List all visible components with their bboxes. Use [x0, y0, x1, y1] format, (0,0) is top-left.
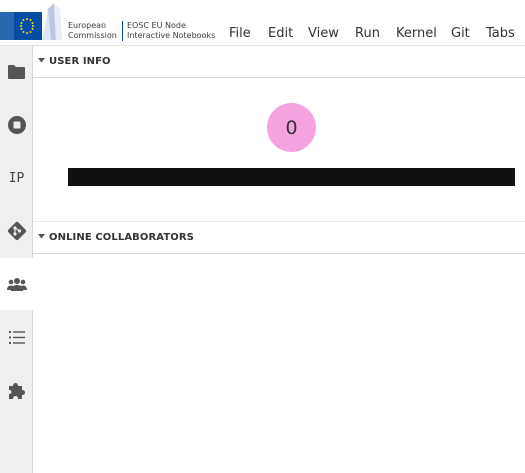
sidebar-item-toc[interactable] — [0, 311, 33, 363]
commission-building-icon — [42, 3, 62, 40]
folder-icon — [8, 65, 25, 79]
sidebar-item-ip[interactable]: IP — [0, 152, 33, 204]
sidebar-item-file-browser[interactable] — [0, 46, 33, 98]
stop-circle-icon — [7, 116, 26, 134]
avatar: 0 — [267, 103, 316, 152]
menu-tabs[interactable]: Tabs — [486, 26, 515, 41]
online-collaborators-title: ONLINE COLLABORATORS — [49, 232, 194, 243]
online-collaborators-header[interactable]: ONLINE COLLABORATORS — [33, 222, 525, 254]
sidebar-item-running[interactable] — [0, 99, 33, 151]
chevron-down-icon — [38, 234, 45, 239]
menu-git[interactable]: Git — [451, 26, 470, 41]
sidebar-item-git[interactable] — [0, 205, 33, 257]
chevron-down-icon — [38, 58, 45, 63]
eu-flag-logo — [0, 12, 42, 40]
logo-separator — [122, 21, 123, 41]
menu-edit[interactable]: Edit — [268, 26, 293, 41]
user-info-header[interactable]: USER INFO — [33, 46, 525, 78]
ip-label: IP — [8, 170, 25, 186]
menu-view[interactable]: View — [308, 26, 339, 41]
sidebar-item-collaborators[interactable] — [0, 258, 34, 310]
node-name-line1: EOSC EU Node — [127, 21, 186, 30]
puzzle-icon — [9, 382, 25, 399]
sidebar-item-extensions[interactable] — [0, 364, 33, 416]
user-info-title: USER INFO — [49, 56, 111, 67]
list-icon — [8, 330, 25, 344]
org-name-line2: Commission — [68, 31, 117, 40]
menu-run[interactable]: Run — [355, 26, 380, 41]
left-sidebar: IP — [0, 46, 34, 473]
node-name-line2: Interactive Notebooks — [127, 31, 216, 40]
org-name-line1: European — [68, 21, 107, 30]
redacted-bar — [68, 168, 515, 186]
top-bar: European Commission EOSC EU Node Interac… — [0, 0, 525, 46]
menu-file[interactable]: File — [229, 26, 251, 41]
git-icon — [7, 221, 26, 241]
menu-kernel[interactable]: Kernel — [396, 26, 437, 41]
users-icon — [7, 278, 27, 291]
